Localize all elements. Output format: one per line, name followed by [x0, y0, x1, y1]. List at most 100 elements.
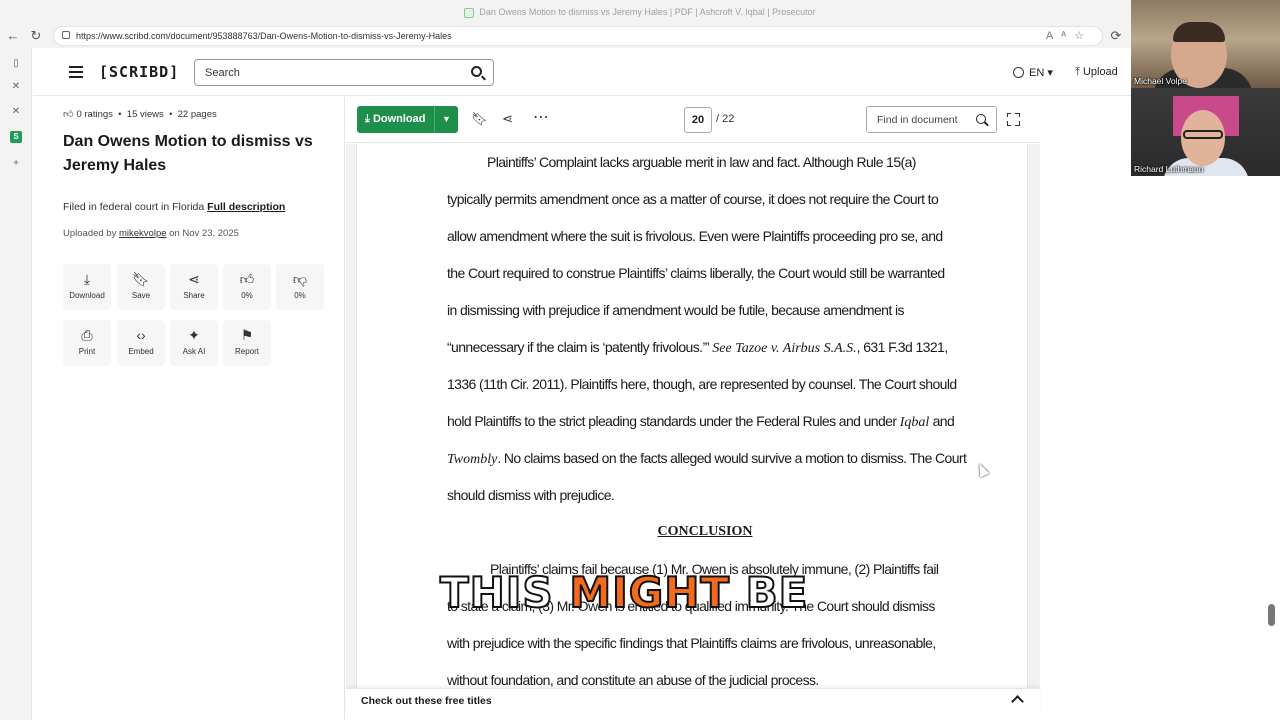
new-tab-plus-icon[interactable]: +: [10, 158, 22, 170]
url-text: https://www.scribd.com/document/95388876…: [76, 31, 452, 41]
hamburger-menu-icon[interactable]: [69, 66, 83, 78]
document-line: allow amendment where the suit is frivol…: [447, 228, 943, 244]
free-titles-bar[interactable]: Check out these free titles: [346, 688, 1040, 714]
document-line: without foundation, and constitute an ab…: [447, 672, 819, 688]
participant-hair: [1173, 22, 1225, 42]
tab-scribd-icon[interactable]: S: [10, 131, 22, 143]
refresh-icon[interactable]: ↻: [27, 27, 45, 45]
filed-text: Filed in federal court in Florida: [63, 201, 205, 213]
language-label: EN: [1029, 67, 1045, 79]
ask-ai-action-button[interactable]: ✦ Ask AI: [170, 320, 218, 366]
upload-icon: ⤒: [1075, 66, 1080, 78]
video-caption: THIS MIGHT BE: [439, 567, 808, 618]
share-icon[interactable]: ⋖: [502, 111, 513, 127]
report-action-button[interactable]: ⚑ Report: [223, 320, 271, 366]
download-dropdown-chevron-icon[interactable]: ▼: [434, 106, 458, 133]
vertical-tab-strip: ▯ ✕ ✕ S +: [0, 48, 32, 720]
participant-glasses: [1183, 130, 1223, 139]
document-line: 1336 (11th Cir. 2011). Plaintiffs here, …: [447, 376, 957, 392]
action-label: Share: [183, 291, 205, 300]
lock-icon: [62, 31, 70, 39]
sparkle-icon: ✦: [188, 327, 200, 343]
document-toolbar: ⤓ Download ▼ 🔖︎ ⋖ ⋯ 20 / 22: [346, 97, 1040, 143]
document-info-panel: 👍︎ 0 ratings • 15 views • 22 pages Dan Ow…: [33, 97, 345, 720]
caption-word-highlight: MIGHT: [568, 567, 731, 618]
site-header: [SCRIBD] EN ▾ ⤒ Upload: [33, 48, 1280, 96]
search-icon[interactable]: [471, 66, 482, 77]
language-selector[interactable]: EN ▾: [1013, 66, 1053, 79]
like-action-button[interactable]: 👍︎ 0%: [223, 264, 271, 310]
upload-button[interactable]: ⤒ Upload: [1075, 66, 1118, 79]
bookmark-icon[interactable]: 🔖︎: [471, 111, 488, 127]
document-text: . No claims based on the facts alleged w…: [497, 450, 967, 466]
thumbs-up-icon: 👍︎: [63, 109, 74, 120]
participant-name: Michael Volpe: [1134, 76, 1187, 86]
pages-count: 22 pages: [177, 109, 217, 120]
print-action-button[interactable]: ⎙ Print: [63, 320, 111, 366]
document-text: hold Plaintiffs to the strict pleading s…: [447, 413, 897, 429]
uploaded-date: on Nov 23, 2025: [169, 228, 239, 239]
save-action-button[interactable]: 🔖︎ Save: [117, 264, 165, 310]
action-label: Download: [69, 291, 105, 300]
document-title: Dan Owens Motion to dismiss vs Jeremy Ha…: [63, 133, 313, 174]
search-icon[interactable]: [976, 114, 986, 124]
flag-icon: ⚑: [240, 327, 254, 343]
page-scrollbar[interactable]: [1268, 604, 1275, 626]
document-meta: 👍︎ 0 ratings • 15 views • 22 pages: [63, 109, 217, 120]
uploader-link[interactable]: mikekvolpe: [119, 228, 167, 239]
thumbs-down-icon: 👎︎: [292, 271, 308, 287]
action-label: 0%: [294, 291, 306, 300]
print-icon: ⎙: [81, 327, 93, 343]
document-line: the Court required to construe Plaintiff…: [447, 265, 945, 281]
dislike-action-button[interactable]: 👎︎ 0%: [276, 264, 324, 310]
download-icon: ⤓: [365, 113, 370, 125]
action-label: Report: [234, 347, 259, 356]
embed-icon: ‹›: [136, 327, 146, 343]
document-line: Plaintiffs’ Complaint lacks arguable mer…: [487, 154, 916, 170]
views-count: 15 views: [126, 109, 164, 120]
download-button[interactable]: ⤓ Download ▼: [357, 106, 458, 133]
search-box[interactable]: [194, 59, 494, 86]
download-label: Download: [372, 113, 426, 125]
share-action-button[interactable]: ⋖ Share: [170, 264, 218, 310]
back-arrow-icon[interactable]: ←: [4, 27, 22, 45]
document-line: Twombly. No claims based on the facts al…: [447, 450, 967, 468]
extensions-icon[interactable]: ⟳: [1107, 27, 1125, 45]
video-tile: Richard Luthmann: [1131, 88, 1280, 176]
address-bar-row: ← ↻ https://www.scribd.com/document/9538…: [0, 24, 1280, 48]
find-in-document-box[interactable]: [866, 106, 997, 133]
share-icon: ⋖: [188, 271, 200, 287]
embed-action-button[interactable]: ‹› Embed: [117, 320, 165, 366]
thumbs-up-icon: 👍︎: [239, 271, 255, 287]
document-line: hold Plaintiffs to the strict pleading s…: [447, 413, 963, 431]
search-input[interactable]: [205, 65, 455, 81]
action-label: Print: [78, 347, 96, 356]
tab-panel-icon[interactable]: ▯: [10, 58, 22, 70]
window-title: Dan Owens Motion to dismiss vs Jeremy Ha…: [479, 7, 816, 17]
find-in-document-input[interactable]: [877, 113, 967, 127]
participant-name: Richard Luthmann: [1134, 164, 1204, 174]
document-line: should dismiss with prejudice.: [447, 487, 615, 503]
action-label: Save: [131, 291, 151, 300]
document-text: and: [932, 413, 955, 429]
chevron-up-icon[interactable]: [1011, 695, 1024, 708]
url-field[interactable]: https://www.scribd.com/document/95388876…: [53, 26, 1103, 46]
page-number-input[interactable]: 20: [684, 107, 712, 133]
full-description-link[interactable]: Full description: [207, 201, 285, 213]
case-citation: See Tazoe v. Airbus S.A.S.: [712, 341, 857, 356]
document-text: , 631 F.3d 1321,: [856, 339, 948, 355]
download-action-button[interactable]: ⤓ Download: [63, 264, 111, 310]
caption-word: THIS: [439, 567, 554, 618]
download-icon: ⤓: [83, 271, 91, 287]
tab-x-icon[interactable]: ✕: [10, 106, 22, 118]
more-options-icon[interactable]: ⋯: [533, 107, 549, 127]
url-toolbar-icons[interactable]: Aᴬ☆: [1046, 27, 1092, 45]
fullscreen-icon[interactable]: [1006, 112, 1020, 126]
page-total: / 22: [716, 113, 735, 125]
upload-label: Upload: [1082, 66, 1118, 78]
ratings-count: 0 ratings: [76, 109, 113, 120]
uploaded-by: Uploaded by mikekvolpe on Nov 23, 2025: [63, 228, 239, 239]
scribd-favicon-icon: [464, 7, 475, 18]
scribd-logo[interactable]: [SCRIBD]: [99, 63, 179, 81]
tab-x-icon[interactable]: ✕: [10, 81, 22, 93]
